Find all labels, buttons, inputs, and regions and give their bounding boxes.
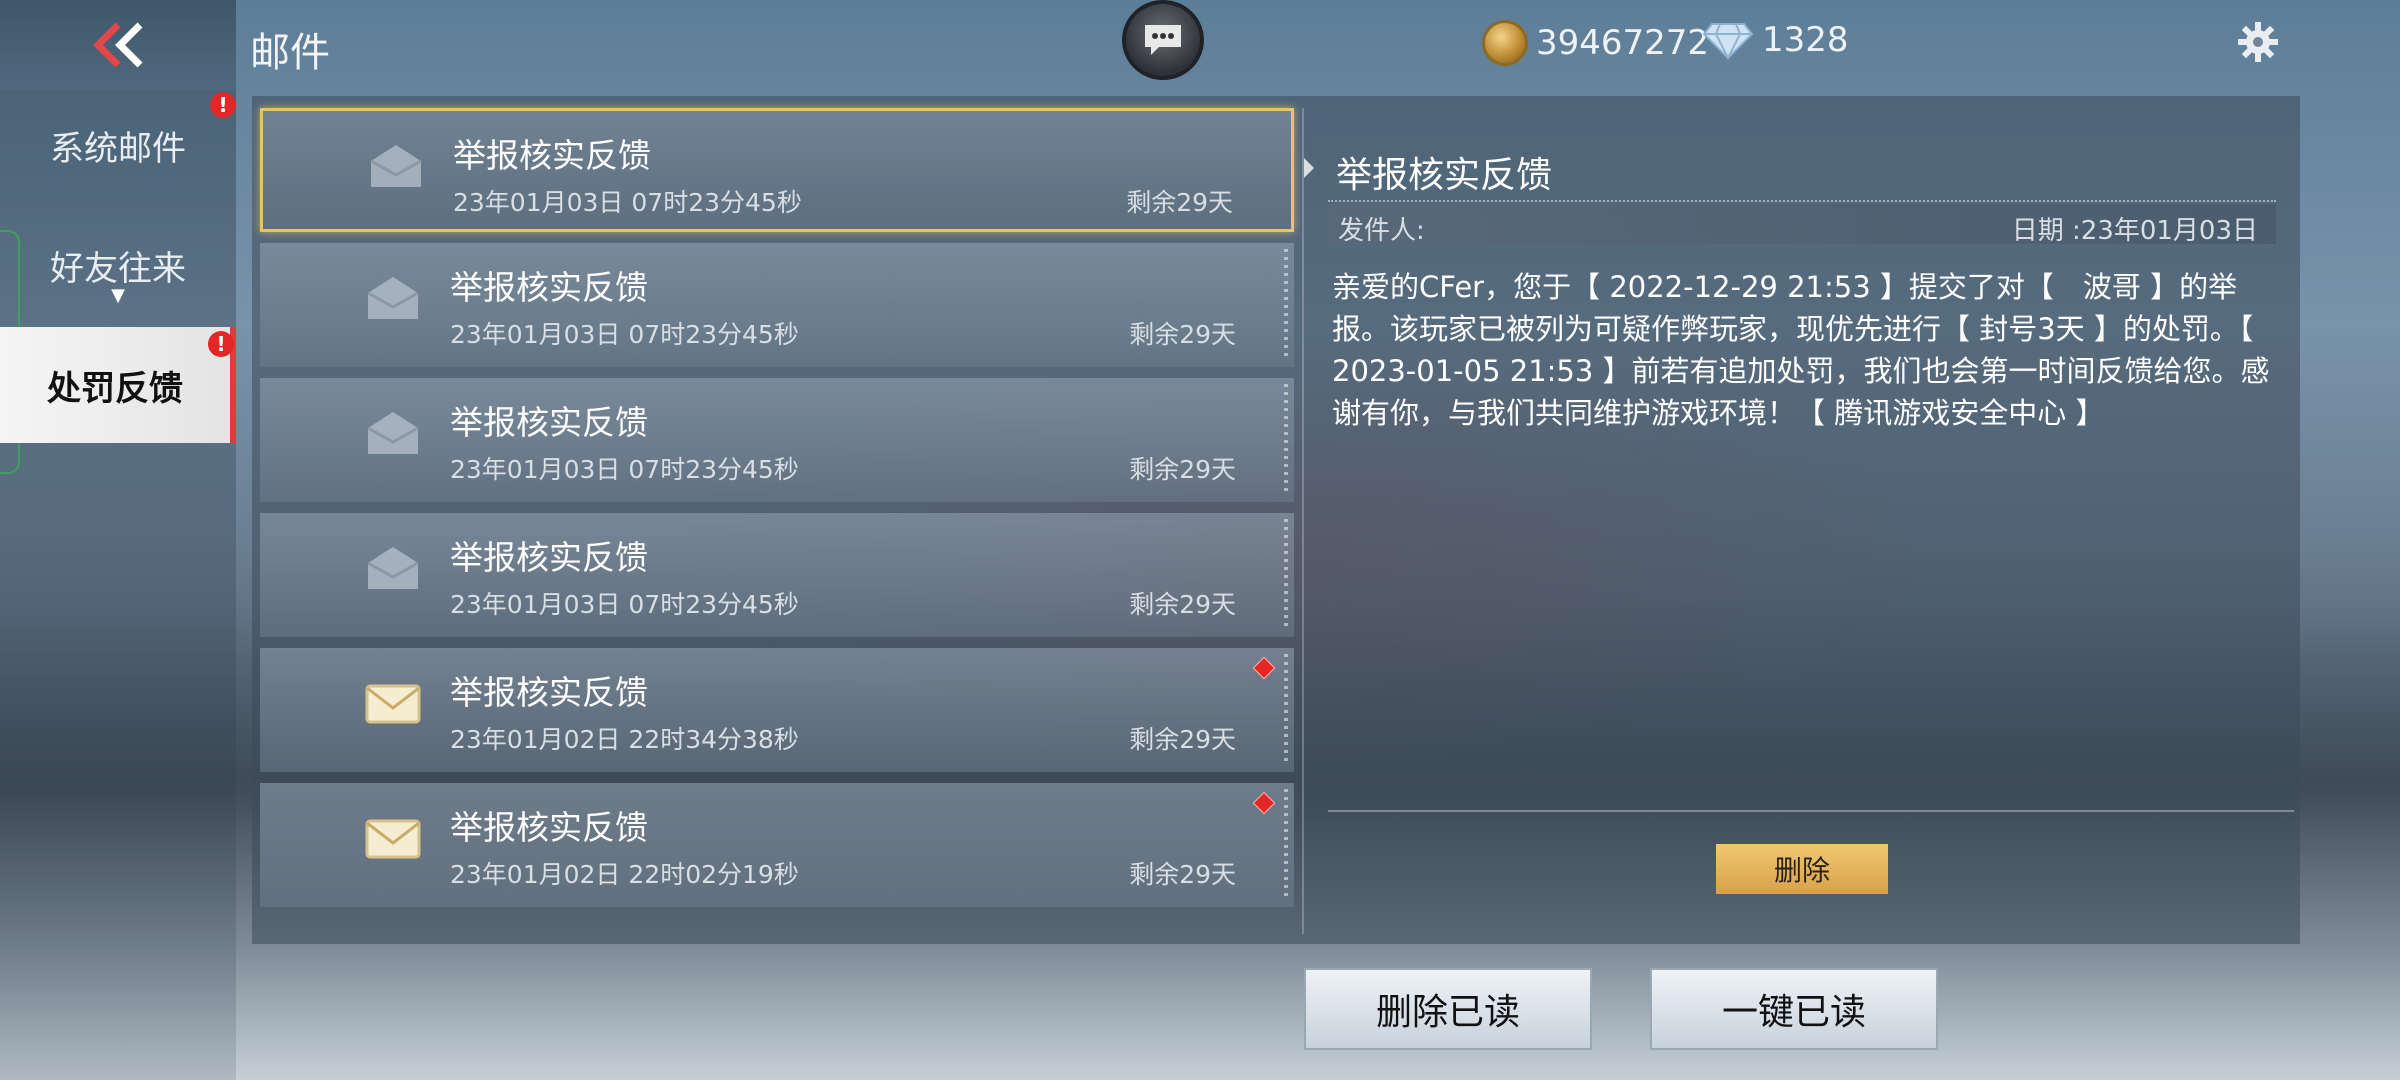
- mail-remaining: 剩余29天: [1129, 455, 1236, 484]
- alert-icon: !: [210, 92, 236, 118]
- mail-date: 23年01月02日 22时02分19秒: [450, 860, 799, 889]
- page-title: 邮件: [250, 30, 330, 76]
- mail-list: 举报核实反馈 23年01月03日 07时23分45秒 剩余29天 举报核实反馈 …: [260, 108, 1294, 918]
- mail-remaining: 剩余29天: [1126, 188, 1233, 217]
- mail-item[interactable]: 举报核实反馈 23年01月03日 07时23分45秒 剩余29天: [260, 513, 1294, 637]
- detail-date: 日期 :23年01月03日: [2011, 216, 2258, 246]
- delete-button[interactable]: 删除: [1716, 844, 1888, 894]
- mail-item[interactable]: 举报核实反馈 23年01月02日 22时02分19秒 剩余29天: [260, 783, 1294, 907]
- mail-title: 举报核实反馈: [450, 403, 648, 442]
- mail-date: 23年01月02日 22时34分38秒: [450, 725, 799, 754]
- selection-pointer-icon: [1304, 158, 1314, 178]
- settings-button[interactable]: [2236, 20, 2280, 64]
- triangle-down-icon: ▼: [111, 285, 125, 306]
- detail-divider: [1328, 200, 2276, 202]
- tab-label: 好友往来: [50, 248, 186, 289]
- mail-remaining: 剩余29天: [1129, 320, 1236, 349]
- back-button[interactable]: [0, 0, 236, 90]
- diamond-icon: [1702, 23, 1754, 60]
- tab-system-mail[interactable]: 系统邮件 !: [0, 90, 236, 200]
- mail-title: 举报核实反馈: [453, 136, 651, 175]
- diamond-currency: 1328: [1702, 20, 1849, 60]
- tab-label: 处罚反馈: [47, 368, 183, 409]
- diamond-amount: 1328: [1762, 20, 1849, 60]
- read-all-button[interactable]: 一键已读: [1650, 968, 1938, 1050]
- chat-bubble-icon: [1145, 25, 1181, 55]
- tab-penalty-feedback[interactable]: 处罚反馈 !: [0, 327, 236, 443]
- mail-remaining: 剩余29天: [1129, 725, 1236, 754]
- tab-friend-mail[interactable]: 好友往来 ▼: [0, 210, 236, 320]
- open-envelope-icon: [367, 277, 419, 319]
- closed-envelope-icon: [365, 819, 421, 859]
- closed-envelope-icon: [365, 684, 421, 724]
- mail-title: 举报核实反馈: [450, 268, 648, 307]
- unread-diamond-icon: [1252, 656, 1276, 680]
- tab-label: 系统邮件: [50, 128, 186, 169]
- panel-divider: [1302, 108, 1304, 934]
- sender-bar: 发件人: 日期 :23年01月03日: [1328, 204, 2276, 246]
- mail-item[interactable]: 举报核实反馈 23年01月03日 07时23分45秒 剩余29天: [260, 108, 1294, 232]
- double-chevron-left-icon: [93, 22, 143, 68]
- scroll-dots: [1284, 249, 1288, 361]
- mail-category-tabs: 系统邮件 ! 好友往来 ▼ 处罚反馈 !: [0, 90, 236, 1080]
- unread-diamond-icon: [1252, 791, 1276, 815]
- chat-button[interactable]: [1122, 0, 1204, 80]
- mail-date: 23年01月03日 07时23分45秒: [450, 320, 799, 349]
- open-envelope-icon: [367, 412, 419, 454]
- sender-label: 发件人:: [1338, 216, 1425, 246]
- scroll-dots: [1284, 384, 1288, 496]
- scroll-dots: [1284, 789, 1288, 901]
- mail-item[interactable]: 举报核实反馈 23年01月03日 07时23分45秒 剩余29天: [260, 378, 1294, 502]
- open-envelope-icon: [367, 547, 419, 589]
- gear-icon: [2238, 22, 2278, 62]
- gold-amount: 39467272: [1536, 23, 1710, 63]
- mail-title: 举报核实反馈: [450, 808, 648, 847]
- mail-date: 23年01月03日 07时23分45秒: [450, 590, 799, 619]
- mail-title: 举报核实反馈: [450, 538, 648, 577]
- alert-icon: !: [208, 331, 234, 357]
- mail-item[interactable]: 举报核实反馈 23年01月02日 22时34分38秒 剩余29天: [260, 648, 1294, 772]
- mail-remaining: 剩余29天: [1129, 590, 1236, 619]
- open-envelope-icon: [370, 145, 422, 187]
- scroll-dots: [1284, 654, 1288, 766]
- delete-read-button[interactable]: 删除已读: [1304, 968, 1592, 1050]
- mail-remaining: 剩余29天: [1129, 860, 1236, 889]
- mail-date: 23年01月03日 07时23分45秒: [450, 455, 799, 484]
- scroll-dots: [1284, 519, 1288, 631]
- mail-body: 亲爱的CFer，您于【 2022-12-29 21:53 】提交了对【 波哥 】…: [1332, 270, 2270, 430]
- gold-currency: 39467272: [1482, 20, 1709, 66]
- mail-panel: 举报核实反馈 23年01月03日 07时23分45秒 剩余29天 举报核实反馈 …: [252, 96, 2300, 944]
- mail-title: 举报核实反馈: [450, 673, 648, 712]
- mail-item[interactable]: 举报核实反馈 23年01月03日 07时23分45秒 剩余29天: [260, 243, 1294, 367]
- detail-bottom-divider: [1328, 810, 2294, 812]
- mail-detail: 举报核实反馈 发件人: 日期 :23年01月03日 亲爱的CFer，您于【 20…: [1328, 96, 2294, 944]
- gold-coin-icon: [1482, 20, 1528, 66]
- mail-date: 23年01月03日 07时23分45秒: [453, 188, 802, 217]
- detail-title: 举报核实反馈: [1336, 155, 1553, 196]
